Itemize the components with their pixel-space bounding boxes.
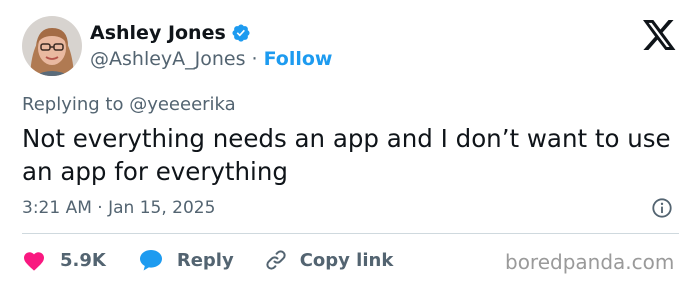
link-icon (266, 250, 286, 270)
info-icon[interactable] (651, 197, 673, 219)
author-handle[interactable]: @AshleyA_Jones (90, 48, 246, 70)
like-button[interactable]: 5.9K (22, 249, 106, 271)
reply-button[interactable]: Reply (138, 248, 234, 272)
follow-button[interactable]: Follow (264, 48, 333, 70)
author-name[interactable]: Ashley Jones (90, 22, 226, 44)
separator-dot: · (251, 48, 258, 70)
reply-context: Replying to @yeeeerika (22, 94, 236, 115)
verified-badge-icon (232, 24, 250, 42)
avatar-image (22, 16, 82, 76)
divider (22, 233, 679, 234)
copy-link-label: Copy link (299, 249, 394, 271)
avatar[interactable] (22, 16, 82, 76)
tweet-text: Not everything needs an app and I don’t … (22, 124, 671, 186)
copy-link-button[interactable]: Copy link (264, 248, 394, 272)
speech-bubble-icon (139, 250, 162, 271)
likes-count: 5.9K (60, 249, 106, 271)
reply-label: Reply (176, 249, 234, 271)
tweet-timestamp[interactable]: 3:21 AM · Jan 15, 2025 (22, 198, 215, 218)
author-handle-row: @AshleyA_Jones · Follow (90, 48, 332, 70)
x-logo-icon[interactable] (643, 20, 677, 50)
heart-icon (24, 252, 44, 271)
author-name-row: Ashley Jones (90, 22, 251, 44)
watermark: boredpanda.com (505, 250, 675, 274)
action-bar: 5.9K Reply Copy link (22, 247, 393, 273)
